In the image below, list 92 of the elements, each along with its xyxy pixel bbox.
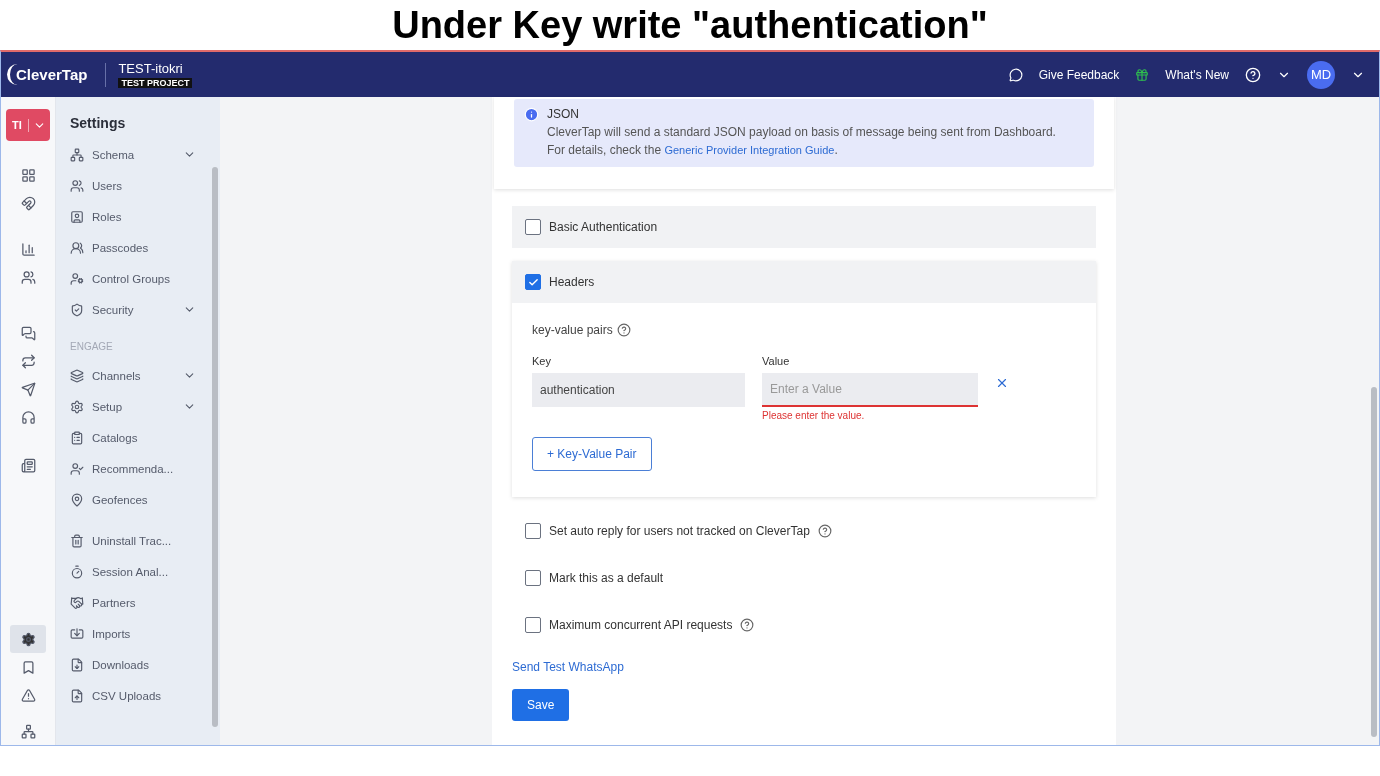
- info-text: CleverTap will send a standard JSON payload on basis of message being sent from Dashboard.: [547, 124, 1056, 141]
- panel-label: Headers: [549, 275, 595, 289]
- checkbox[interactable]: [525, 569, 541, 586]
- menu-icon: [70, 533, 84, 548]
- project-name[interactable]: TEST-itokri: [118, 61, 193, 76]
- settings-icon[interactable]: [20, 631, 36, 647]
- feedback-link[interactable]: Give Feedback: [1038, 67, 1120, 82]
- pairs-label: key-value pairs: [532, 323, 1076, 337]
- menu-icon: [70, 595, 84, 610]
- menu-icon: [70, 430, 84, 445]
- menu-icon: [70, 178, 84, 193]
- key-field[interactable]: authentication: [532, 373, 745, 407]
- nav-icon[interactable]: [20, 269, 36, 285]
- panel-header[interactable]: Headers: [512, 261, 1096, 303]
- sidebar-item[interactable]: CSV Uploads: [70, 680, 196, 711]
- scrollbar[interactable]: [1371, 387, 1377, 737]
- value-field[interactable]: Enter a Value: [762, 373, 978, 407]
- checkbox[interactable]: [525, 219, 541, 235]
- info-detail: For details, check the Generic Provider Integration Guide.: [547, 142, 839, 159]
- sidebar-item[interactable]: Control Groups: [70, 263, 196, 294]
- sidebar-item[interactable]: Roles: [70, 201, 196, 232]
- sidebar-item[interactable]: Partners: [70, 587, 196, 618]
- menu-icon: [70, 399, 84, 414]
- field-label: Key: [532, 355, 552, 367]
- logo[interactable]: CleverTap: [7, 64, 94, 85]
- test-link[interactable]: Send Test WhatsApp: [512, 660, 1096, 674]
- section-heading: ENGAGE: [70, 340, 114, 354]
- sidebar-item[interactable]: Recommenda...: [70, 453, 196, 484]
- menu-icon: [70, 657, 84, 672]
- menu-icon: [70, 302, 84, 317]
- add-pair-button[interactable]: + Key-Value Pair: [532, 437, 652, 471]
- checkbox[interactable]: [525, 522, 541, 539]
- option-label: Set auto reply for users not tracked on CleverTap: [549, 523, 810, 538]
- nav-icon[interactable]: [20, 241, 36, 257]
- caption: Under Key write "authentication": [391, 2, 989, 48]
- menu-icon: [70, 209, 84, 224]
- sidebar-item[interactable]: Imports: [70, 618, 196, 649]
- chat-icon: [1008, 67, 1023, 82]
- bookmark-icon[interactable]: [20, 659, 36, 675]
- sidebar-item[interactable]: Catalogs: [70, 422, 196, 453]
- chevron-down-icon: [28, 118, 46, 132]
- sidebar-item[interactable]: Uninstall Trac...: [70, 525, 196, 556]
- menu-icon: [70, 271, 84, 286]
- error-message: Please enter the value.: [762, 410, 866, 421]
- help-icon[interactable]: [817, 523, 832, 538]
- user-avatar[interactable]: MD: [1307, 60, 1335, 89]
- menu-icon: [70, 368, 84, 383]
- whats-new-link[interactable]: What's New: [1165, 67, 1229, 82]
- scrollbar[interactable]: [212, 167, 218, 727]
- project-badge: TEST PROJECT: [118, 78, 193, 88]
- nav-icon[interactable]: [20, 409, 36, 425]
- menu-icon: [70, 147, 84, 162]
- help-icon[interactable]: [740, 617, 755, 632]
- check-icon: [527, 276, 539, 288]
- panel-header[interactable]: Basic Authentication: [512, 206, 1096, 248]
- nav-icon[interactable]: [20, 167, 36, 183]
- option-label: Maximum concurrent API requests: [549, 617, 733, 632]
- warning-icon[interactable]: [20, 687, 36, 703]
- gift-icon: [1135, 67, 1150, 82]
- hierarchy-icon[interactable]: [20, 723, 36, 739]
- panel-label: Basic Authentication: [549, 220, 658, 234]
- help-icon[interactable]: [616, 323, 631, 337]
- menu-icon: [70, 461, 84, 476]
- sidebar-item[interactable]: Channels: [70, 360, 196, 391]
- menu-icon: [70, 688, 84, 703]
- sidebar-item[interactable]: Session Anal...: [70, 556, 196, 587]
- account-switcher[interactable]: TI: [6, 109, 50, 141]
- sidebar-item[interactable]: Schema: [70, 139, 196, 170]
- nav-icon[interactable]: [20, 381, 36, 397]
- sidebar-item[interactable]: Security: [70, 294, 196, 325]
- checkbox[interactable]: [525, 616, 541, 633]
- sidebar-item[interactable]: Downloads: [70, 649, 196, 680]
- save-button[interactable]: Save: [512, 689, 570, 721]
- sidebar-item[interactable]: Setup: [70, 391, 196, 422]
- menu-icon: [70, 626, 84, 641]
- option-label: Mark this as a default: [549, 570, 664, 585]
- sidebar-item[interactable]: Geofences: [70, 484, 196, 515]
- menu-icon: [70, 564, 84, 579]
- nav-icon[interactable]: [20, 457, 36, 473]
- menu-icon: [70, 240, 84, 255]
- info-icon: [524, 107, 539, 122]
- menu-icon: [70, 492, 84, 507]
- field-label: Value: [762, 355, 791, 367]
- info-title: JSON: [547, 107, 580, 121]
- close-icon: [995, 376, 1009, 390]
- nav-icon[interactable]: [20, 325, 36, 341]
- checkbox[interactable]: [525, 274, 541, 290]
- nav-icon[interactable]: [20, 195, 36, 211]
- nav-icon[interactable]: [20, 353, 36, 369]
- sidebar-title: Settings: [70, 115, 127, 131]
- sidebar-item[interactable]: Users: [70, 170, 196, 201]
- sidebar-item[interactable]: Passcodes: [70, 232, 196, 263]
